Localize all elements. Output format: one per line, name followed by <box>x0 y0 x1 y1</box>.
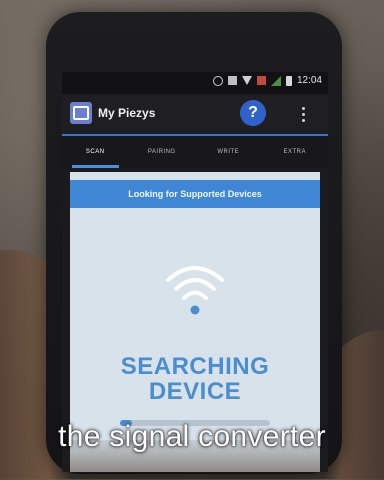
app-logo-icon <box>70 102 92 124</box>
alarm-icon <box>212 75 223 86</box>
notification-icon <box>227 76 237 85</box>
overflow-menu-button[interactable] <box>298 102 308 126</box>
tab-bar: SCAN PAIRING WRITE EXTRA <box>62 134 328 168</box>
wifi-icon <box>241 76 252 85</box>
wifi-signal-icon <box>166 266 224 315</box>
searching-line-1: SEARCHING <box>120 353 270 380</box>
scan-header: Looking for Supported Devices <box>70 180 320 208</box>
sim-icon <box>256 76 266 85</box>
tab-scan[interactable]: SCAN <box>62 136 129 168</box>
tab-write[interactable]: WRITE <box>195 136 262 168</box>
battery-icon <box>285 75 292 86</box>
overflow-dot-icon <box>301 112 305 116</box>
overflow-dot-icon <box>301 106 305 110</box>
signal-icon <box>270 75 281 86</box>
app-bar: My Piezys ? <box>62 94 328 134</box>
status-time: 12:04 <box>296 75 322 86</box>
tab-pairing[interactable]: PAIRING <box>129 136 196 168</box>
searching-line-2: DEVICE <box>148 378 242 405</box>
status-bar: 12:04 <box>62 72 328 94</box>
overflow-dot-icon <box>301 118 305 122</box>
phone-screen: 12:04 My Piezys ? SCAN PAIRING WRITE EXT… <box>62 72 328 472</box>
status-icons: 12:04 <box>212 75 322 86</box>
searching-status: SEARCHING DEVICE <box>70 354 320 404</box>
app-title: My Piezys <box>98 106 156 120</box>
help-button[interactable]: ? <box>240 100 266 126</box>
phone-device: 12:04 My Piezys ? SCAN PAIRING WRITE EXT… <box>46 12 342 474</box>
tab-extra[interactable]: EXTRA <box>262 136 329 168</box>
video-caption: the signal converter <box>58 420 326 453</box>
